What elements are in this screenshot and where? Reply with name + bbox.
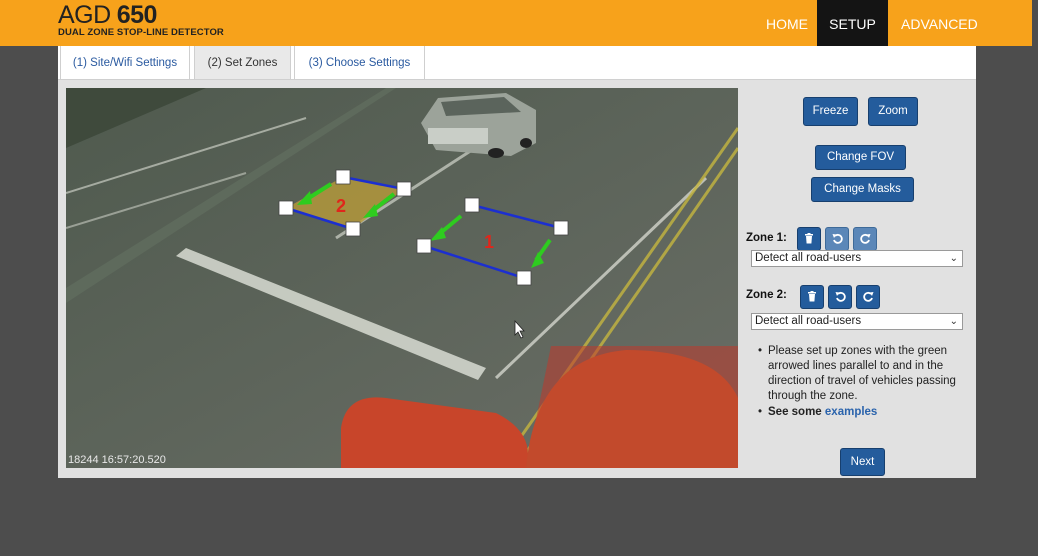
change-fov-button[interactable]: Change FOV <box>815 145 906 170</box>
instruction-text: Please set up zones with the green arrow… <box>768 345 956 402</box>
tab-content: 2 1 18244 16:57:20.520 Freeze Zoom Chang… <box>58 80 976 478</box>
nav-setup[interactable]: SETUP <box>817 0 888 46</box>
zone-2-delete-button[interactable] <box>800 285 824 309</box>
zoom-button[interactable]: Zoom <box>868 97 918 126</box>
chevron-down-icon: ⌄ <box>949 316 958 327</box>
logo: AGD 650 DUAL ZONE STOP-LINE DETECTOR <box>58 1 224 38</box>
logo-subtitle: DUAL ZONE STOP-LINE DETECTOR <box>58 27 224 38</box>
zone-controls: Freeze Zoom Change FOV Change Masks Zone… <box>744 80 976 478</box>
top-header: AGD 650 DUAL ZONE STOP-LINE DETECTOR HOME… <box>0 0 1032 46</box>
instructions: Please set up zones with the green arrow… <box>758 344 976 421</box>
next-button[interactable]: Next <box>840 448 885 476</box>
trash-icon <box>805 233 813 244</box>
logo-name: AGD 650 <box>58 1 224 29</box>
logo-650: 650 <box>116 1 158 29</box>
tab-set-zones[interactable]: (2) Set Zones <box>194 46 291 80</box>
camera-view[interactable]: 2 1 18244 16:57:20.520 <box>66 88 738 468</box>
vehicle <box>421 93 536 158</box>
zone-1-undo-button[interactable] <box>825 227 849 251</box>
zone-2-detection-select[interactable]: Detect all road-users ⌄ <box>751 313 963 330</box>
zone-1-handle[interactable] <box>416 238 432 254</box>
examples-link[interactable]: examples <box>825 406 877 418</box>
zone-1-selected-value: Detect all road-users <box>755 252 862 264</box>
camera-scene: 2 1 <box>66 88 738 468</box>
zone-1-redo-button[interactable] <box>853 227 877 251</box>
undo-icon <box>835 291 846 302</box>
tab-site-wifi-settings[interactable]: (1) Site/Wifi Settings <box>60 46 190 80</box>
instruction-see-some: See some <box>768 406 822 418</box>
zone-1-delete-button[interactable] <box>797 227 821 251</box>
trash-icon <box>808 291 816 302</box>
nav-home[interactable]: HOME <box>754 0 820 46</box>
tab-choose-settings[interactable]: (3) Choose Settings <box>294 46 425 80</box>
zone-2-label: Zone 2: <box>746 289 787 301</box>
zone-1-handle[interactable] <box>464 197 480 213</box>
setup-panel: (1) Site/Wifi Settings (2) Set Zones (3)… <box>58 46 976 478</box>
zone-2-undo-button[interactable] <box>828 285 852 309</box>
zone-2-handle[interactable] <box>396 181 412 197</box>
chevron-down-icon: ⌄ <box>949 253 958 264</box>
instruction-item: See some examples <box>758 405 976 420</box>
camera-timestamp: 18244 16:57:20.520 <box>68 454 166 466</box>
tab-bar: (1) Site/Wifi Settings (2) Set Zones (3)… <box>58 46 976 80</box>
zone-1-number: 1 <box>484 232 494 252</box>
instruction-item: Please set up zones with the green arrow… <box>758 344 976 404</box>
zone-2-handle[interactable] <box>278 200 294 216</box>
undo-icon <box>832 233 843 244</box>
zone-1-handle[interactable] <box>516 270 532 286</box>
redo-icon <box>859 233 870 244</box>
freeze-button[interactable]: Freeze <box>803 97 858 126</box>
zone-2-handle[interactable] <box>345 221 361 237</box>
zone-2-redo-button[interactable] <box>856 285 880 309</box>
zone-1-handle[interactable] <box>553 220 569 236</box>
nav-advanced[interactable]: ADVANCED <box>889 0 990 46</box>
zone-2-selected-value: Detect all road-users <box>755 315 862 327</box>
change-masks-button[interactable]: Change Masks <box>811 177 914 202</box>
zone-1-label: Zone 1: <box>746 232 787 244</box>
logo-agd: AGD <box>58 1 111 29</box>
redo-icon <box>862 291 873 302</box>
zone-2-handle[interactable] <box>335 169 351 185</box>
zone-2-number: 2 <box>336 196 346 216</box>
zone-1-detection-select[interactable]: Detect all road-users ⌄ <box>751 250 963 267</box>
